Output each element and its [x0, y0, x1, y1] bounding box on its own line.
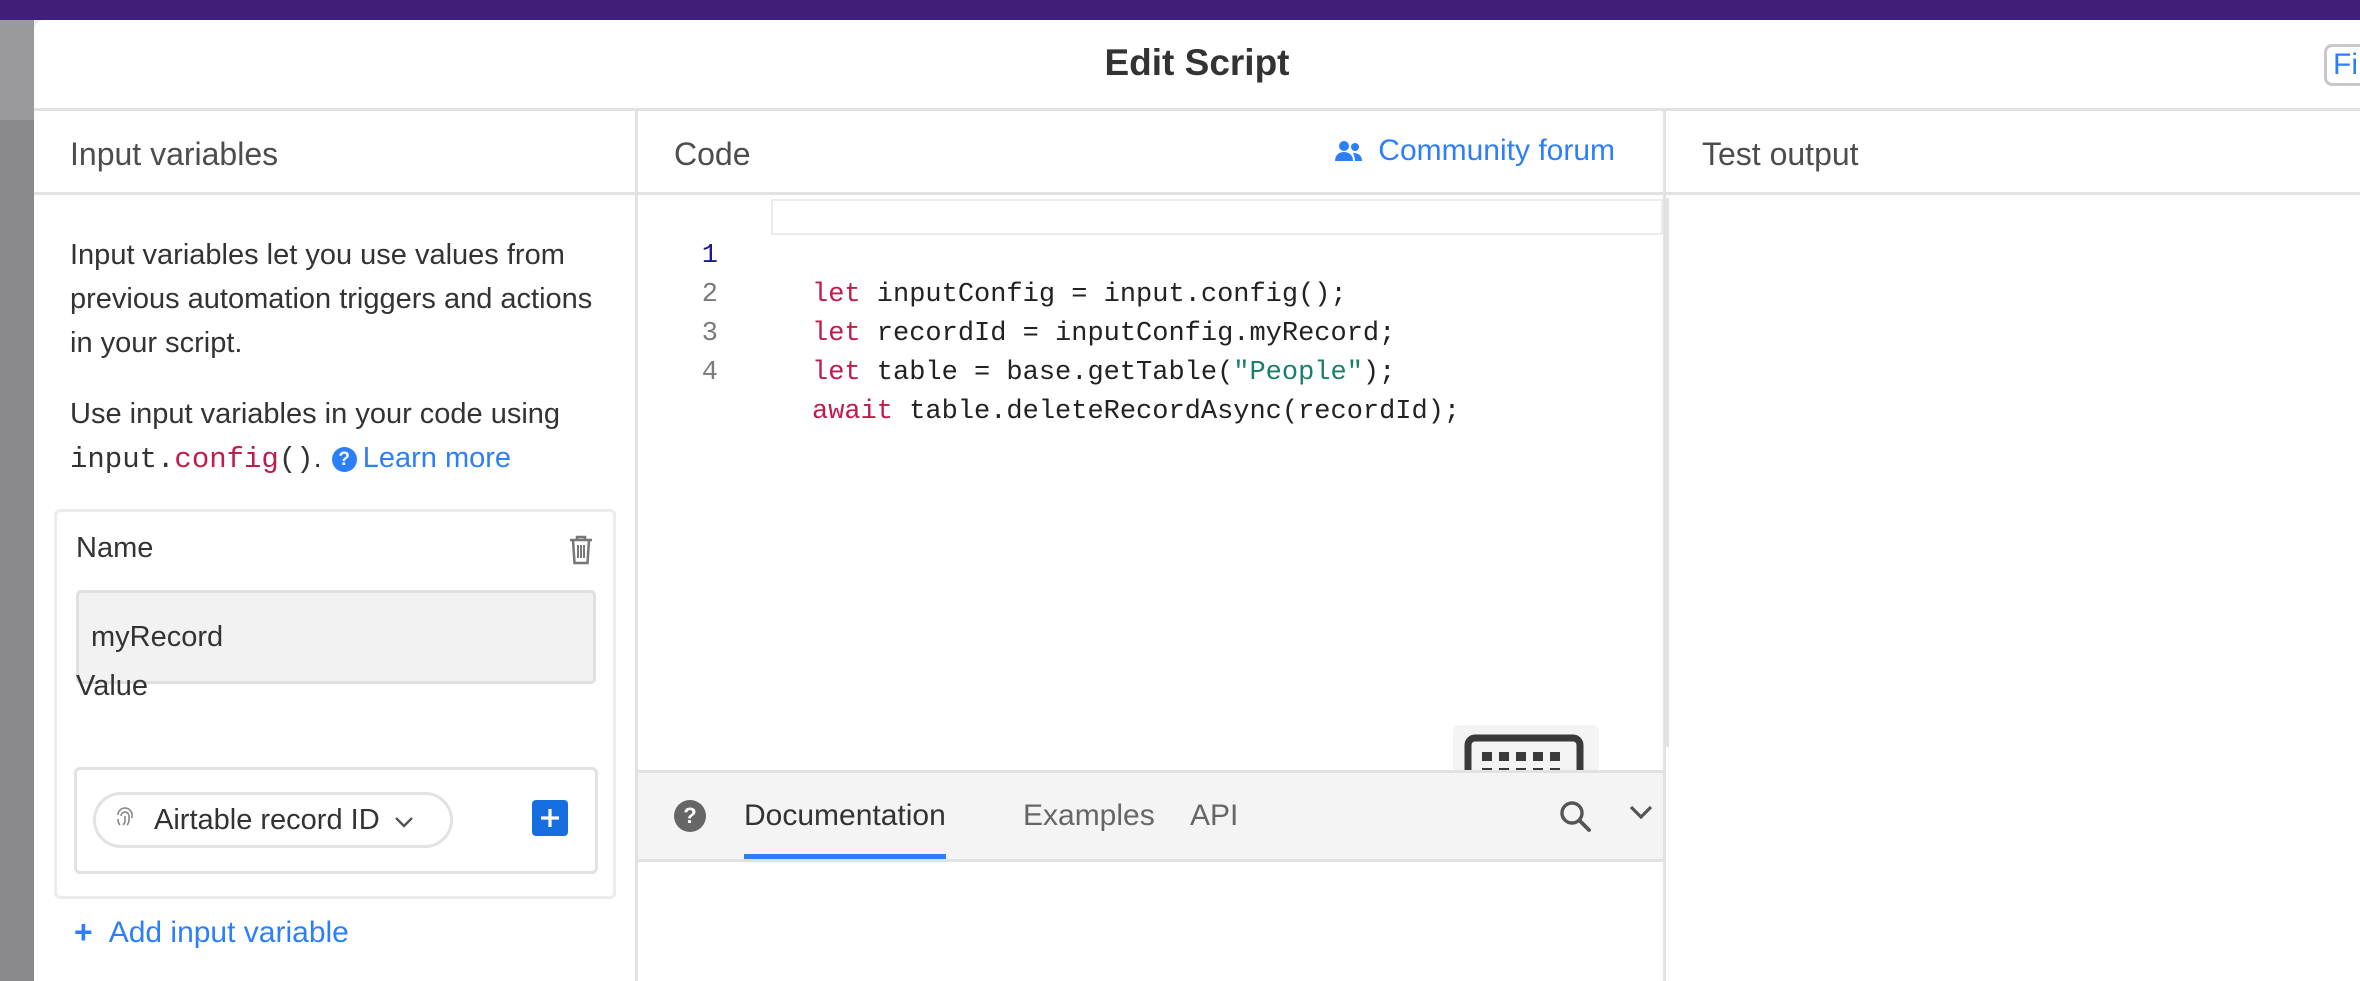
test-output-header: Test output — [1666, 111, 2360, 195]
code-panel: Code Community forum 1 let inputConfig =… — [638, 111, 1669, 981]
community-forum-link[interactable]: Community forum — [1334, 134, 1615, 168]
tab-api[interactable]: API — [1190, 773, 1238, 859]
variable-name-input[interactable] — [76, 590, 596, 684]
test-output-title: Test output — [1702, 136, 1859, 172]
edit-script-modal: Edit Script Finish Input variables Input… — [34, 20, 2360, 981]
modal-title: Edit Script — [1104, 42, 1290, 83]
search-icon[interactable] — [1558, 799, 1592, 838]
modal-header: Edit Script Finish — [34, 20, 2360, 111]
chevron-down-icon[interactable] — [1628, 803, 1654, 826]
community-forum-label: Community forum — [1378, 134, 1615, 167]
tab-examples[interactable]: Examples — [1023, 773, 1155, 859]
add-input-variable-button[interactable]: + Add input variable — [74, 914, 349, 951]
input-variable-card: Name Value Airtable record ID — [54, 509, 616, 899]
line-number: 4 — [701, 358, 718, 388]
input-variables-usage: Use input variables in your code using i… — [70, 392, 610, 482]
value-label: Value — [76, 670, 149, 702]
learn-more-link[interactable]: Learn more — [363, 442, 511, 474]
documentation-bar: ? Documentation Examples API — [638, 770, 1663, 862]
help-icon[interactable]: ? — [331, 447, 357, 472]
fingerprint-icon — [114, 804, 136, 837]
background-app-overlay — [0, 20, 34, 981]
background-header-strip — [0, 20, 34, 120]
usage-code-object: input. — [70, 443, 175, 476]
usage-text: Use input variables in your code using — [70, 398, 561, 430]
help-icon[interactable]: ? — [674, 800, 706, 832]
record-id-token[interactable]: Airtable record ID — [93, 792, 453, 848]
name-label: Name — [76, 532, 154, 564]
trash-icon[interactable] — [567, 534, 595, 571]
finish-button[interactable]: Finish — [2324, 44, 2360, 86]
input-variables-header: Input variables — [34, 111, 635, 195]
plus-icon: + — [74, 914, 93, 950]
insert-value-plus-icon[interactable] — [532, 800, 568, 836]
input-variables-title: Input variables — [70, 136, 279, 172]
chevron-down-icon — [394, 804, 414, 837]
code-line: 1 let inputConfig = input.config(); — [638, 198, 1638, 310]
input-variables-description: Input variables let you use values from … — [70, 239, 593, 359]
code-line: 4 await table.deleteRecordAsync(recordId… — [638, 315, 1638, 427]
code-title: Code — [674, 136, 751, 172]
usage-code-method: config — [174, 443, 279, 476]
record-id-token-label: Airtable record ID — [154, 803, 380, 836]
code-header: Code Community forum — [638, 111, 1663, 195]
usage-period: . — [313, 442, 322, 474]
variable-value-field[interactable]: Airtable record ID — [74, 767, 598, 874]
code-line: 3 let table = base.getTable("People"); — [638, 276, 1638, 388]
code-text: let table = base.getTable("People"); — [812, 358, 1396, 388]
app-top-bar — [0, 0, 2360, 20]
tab-documentation[interactable]: Documentation — [744, 773, 946, 859]
code-line: 2 let recordId = inputConfig.myRecord; — [638, 237, 1638, 349]
test-output-panel: Test output — [1666, 111, 2360, 981]
people-icon — [1335, 141, 1363, 161]
add-input-variable-label: Add input variable — [108, 915, 349, 949]
usage-code-parens: () — [278, 443, 314, 476]
input-variables-panel: Input variables Input variables let you … — [34, 111, 638, 981]
code-editor[interactable]: 1 let inputConfig = input.config(); 2 le… — [638, 198, 1663, 823]
code-text: await table.deleteRecordAsync(recordId); — [812, 397, 1461, 427]
